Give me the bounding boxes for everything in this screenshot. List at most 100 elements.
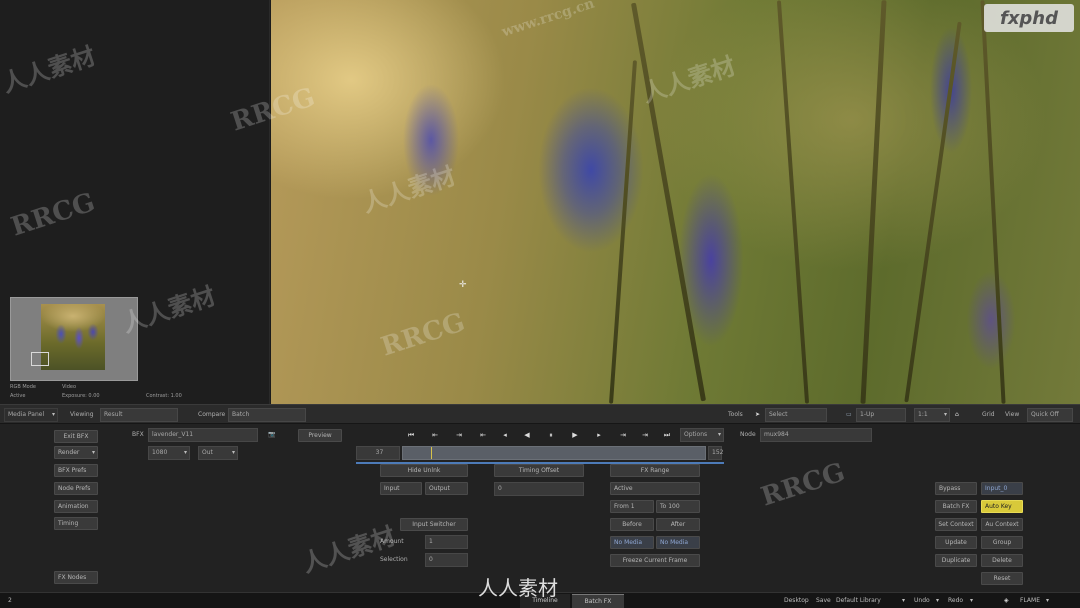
bypass-button[interactable]: Bypass [935, 482, 977, 495]
home-icon[interactable]: ⌂ [955, 408, 959, 422]
prev-mark-icon[interactable]: ⇤ [474, 430, 492, 441]
no-media-after[interactable]: No Media [656, 536, 700, 549]
before-button[interactable]: Before [610, 518, 654, 531]
camera-icon[interactable]: 📷 [268, 428, 275, 442]
amount-field[interactable]: 1 [425, 535, 468, 549]
thumbnail-frame-marker [31, 352, 49, 366]
viewing-label: Viewing [70, 411, 94, 418]
batch-fx-button[interactable]: Batch FX [935, 500, 977, 513]
timing-offset-button[interactable]: Timing Offset [494, 464, 584, 477]
quick-off-button[interactable]: Quick Off [1027, 408, 1073, 422]
bfx-label: BFX [132, 431, 144, 438]
set-context-button[interactable]: Set Context [935, 518, 977, 531]
fx-range-button[interactable]: FX Range [610, 464, 700, 477]
exit-bfx-button[interactable]: Exit BFX [54, 430, 98, 443]
media-panel-dropdown[interactable]: Media Panel [4, 408, 58, 422]
output-dropdown[interactable]: Out [198, 446, 238, 460]
frame-end-field[interactable]: 152 [708, 446, 723, 460]
from-field[interactable]: From 1 [610, 500, 654, 513]
next-keyframe-icon[interactable]: ⇥ [636, 430, 654, 441]
delete-button[interactable]: Delete [981, 554, 1023, 567]
next-mark-icon[interactable]: ⇥ [614, 430, 632, 441]
animation-button[interactable]: Animation [54, 500, 98, 513]
play-icon[interactable]: ▶ [566, 430, 584, 441]
clip-thumbnail[interactable] [10, 297, 138, 381]
fxphd-logo: fxphd [984, 4, 1074, 32]
auto-key-button[interactable]: Auto Key [981, 500, 1023, 513]
reset-button[interactable]: Reset [981, 572, 1023, 585]
image-viewer[interactable]: fxphd ✛ [271, 0, 1080, 404]
plant-stem [904, 21, 962, 403]
undo-button[interactable]: Undo [914, 595, 930, 607]
step-back-icon[interactable]: ◂ [496, 430, 514, 441]
view-button[interactable]: View [1005, 408, 1019, 422]
go-to-end-icon[interactable]: ⏭ [658, 430, 676, 441]
plant-stem [980, 0, 1006, 404]
redo-chevron-icon[interactable]: ▾ [970, 595, 973, 607]
bfx-name-field[interactable]: lavender_V11 [148, 428, 258, 442]
viewing-field[interactable]: Result [100, 408, 178, 422]
plant-stem [860, 0, 887, 404]
compare-label: Compare [198, 411, 226, 418]
info-active: Active [10, 393, 26, 399]
frame-start-field[interactable]: 37 [356, 446, 400, 460]
prev-keyframe-icon[interactable]: ⇤ [426, 430, 444, 441]
timeline-scrubber[interactable] [402, 446, 706, 460]
tab-batch-fx[interactable]: Batch FX [572, 594, 624, 608]
step-forward-icon[interactable]: ▸ [590, 430, 608, 441]
options-dropdown[interactable]: Options [680, 428, 724, 442]
plant-stem [776, 0, 810, 404]
to-field[interactable]: To 100 [656, 500, 700, 513]
desktop-button[interactable]: Desktop [784, 595, 809, 607]
fx-nodes-button[interactable]: FX Nodes [54, 571, 98, 584]
app-name: FLAME [1020, 597, 1041, 604]
go-to-start-icon[interactable]: ⏮ [402, 430, 420, 441]
stop-icon[interactable]: ⏸ [542, 430, 560, 441]
input-0-button[interactable]: Input_0 [981, 482, 1023, 495]
layout-icon: ▭ [846, 411, 852, 418]
output-button[interactable]: Output [425, 482, 468, 495]
grid-button[interactable]: Grid [982, 408, 995, 422]
pointer-icon: ➤ [755, 411, 761, 418]
app-menu-chevron-icon[interactable]: ▾ [1046, 595, 1049, 607]
preview-button[interactable]: Preview [298, 429, 342, 442]
mark-in-icon[interactable]: ⇥ [450, 430, 468, 441]
no-media-before[interactable]: No Media [610, 536, 654, 549]
hide-unlink-button[interactable]: Hide Unlnk [380, 464, 468, 477]
playhead[interactable] [431, 447, 432, 459]
input-switcher-button[interactable]: Input Switcher [400, 518, 468, 531]
input-button[interactable]: Input [380, 482, 422, 495]
save-button[interactable]: Save [816, 595, 831, 607]
bfx-prefs-button[interactable]: BFX Prefs [54, 464, 98, 477]
node-name-field[interactable]: mux984 [760, 428, 872, 442]
render-button[interactable]: Render [54, 446, 98, 459]
update-button[interactable]: Update [935, 536, 977, 549]
media-panel: RGB Mode Video Active Exposure: 0.00 Con… [0, 0, 270, 404]
info-video: Video [62, 384, 77, 390]
undo-chevron-icon[interactable]: ▾ [936, 595, 939, 607]
layout-field[interactable]: 1-Up [856, 408, 906, 422]
info-exposure: Exposure: 0.00 [62, 393, 100, 399]
redo-button[interactable]: Redo [948, 595, 963, 607]
batch-fx-controls: Exit BFX Render BFX Prefs Node Prefs Ani… [0, 424, 1080, 592]
group-button[interactable]: Group [981, 536, 1023, 549]
play-reverse-icon[interactable]: ◀ [518, 430, 536, 441]
zoom-dropdown[interactable]: 1:1 [914, 408, 950, 422]
timing-offset-field[interactable]: 0 [494, 482, 584, 496]
selection-field[interactable]: 0 [425, 553, 468, 567]
after-button[interactable]: After [656, 518, 700, 531]
timing-button[interactable]: Timing [54, 517, 98, 530]
freeze-frame-button[interactable]: Freeze Current Frame [610, 554, 700, 567]
resolution-dropdown[interactable]: 1080 [148, 446, 190, 460]
info-contrast: Contrast: 1.00 [146, 393, 182, 399]
selection-label: Selection [380, 556, 408, 563]
active-button[interactable]: Active [610, 482, 700, 495]
library-dropdown[interactable]: Default Library [836, 595, 881, 607]
compare-field[interactable]: Batch [228, 408, 306, 422]
tool-select-field[interactable]: Select [765, 408, 827, 422]
duplicate-button[interactable]: Duplicate [935, 554, 977, 567]
library-chevron-icon[interactable]: ▾ [902, 595, 905, 607]
au-context-button[interactable]: Au Context [981, 518, 1023, 531]
node-prefs-button[interactable]: Node Prefs [54, 482, 98, 495]
tools-label: Tools [728, 411, 743, 418]
